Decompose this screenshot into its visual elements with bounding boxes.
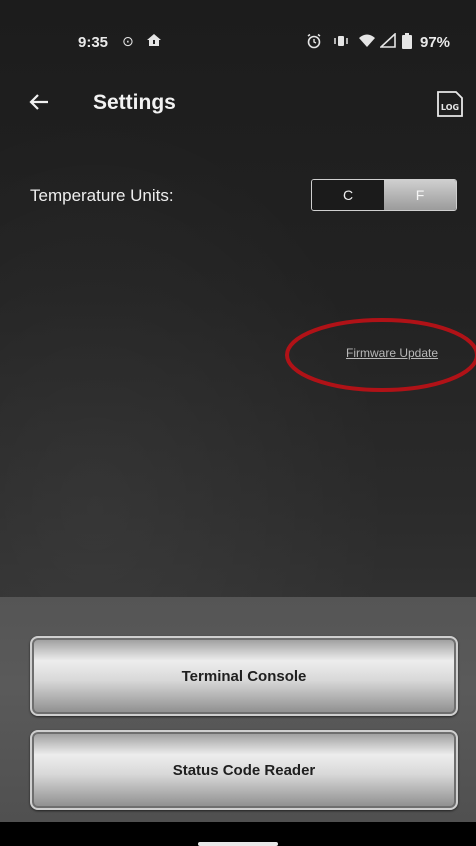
unit-option-c[interactable]: C: [312, 180, 384, 210]
back-arrow-icon[interactable]: [28, 91, 50, 113]
log-icon[interactable]: LOG: [436, 91, 464, 117]
battery-percent: 97%: [420, 34, 451, 51]
status-time: 9:35: [78, 34, 109, 51]
vibrate-icon: [333, 33, 349, 52]
signal-dot-icon: ⊙: [122, 33, 134, 49]
cell-signal-icon: [378, 32, 396, 52]
app-screen: 9:35 ⊙ 97% Settings LOG Temperature Unit…: [0, 0, 476, 846]
page-title: Settings: [93, 91, 176, 114]
terminal-console-label: Terminal Console: [181, 667, 307, 685]
alarm-icon: [306, 33, 322, 52]
firmware-update-link[interactable]: Firmware Update: [346, 346, 438, 360]
battery-icon: [402, 33, 412, 52]
home-gesture-pill[interactable]: [198, 842, 278, 846]
terminal-console-button[interactable]: Terminal Console: [30, 636, 458, 716]
status-bar: 9:35 ⊙ 97%: [0, 0, 476, 90]
home-alert-icon: [146, 33, 162, 50]
status-code-reader-label: Status Code Reader: [172, 761, 316, 779]
log-icon-text: LOG: [441, 103, 459, 112]
unit-option-f[interactable]: F: [384, 180, 456, 210]
temperature-units-label: Temperature Units:: [30, 186, 174, 205]
status-code-reader-button[interactable]: Status Code Reader: [30, 730, 458, 810]
wifi-icon: [358, 33, 376, 52]
temperature-unit-toggle: C F: [311, 179, 457, 211]
